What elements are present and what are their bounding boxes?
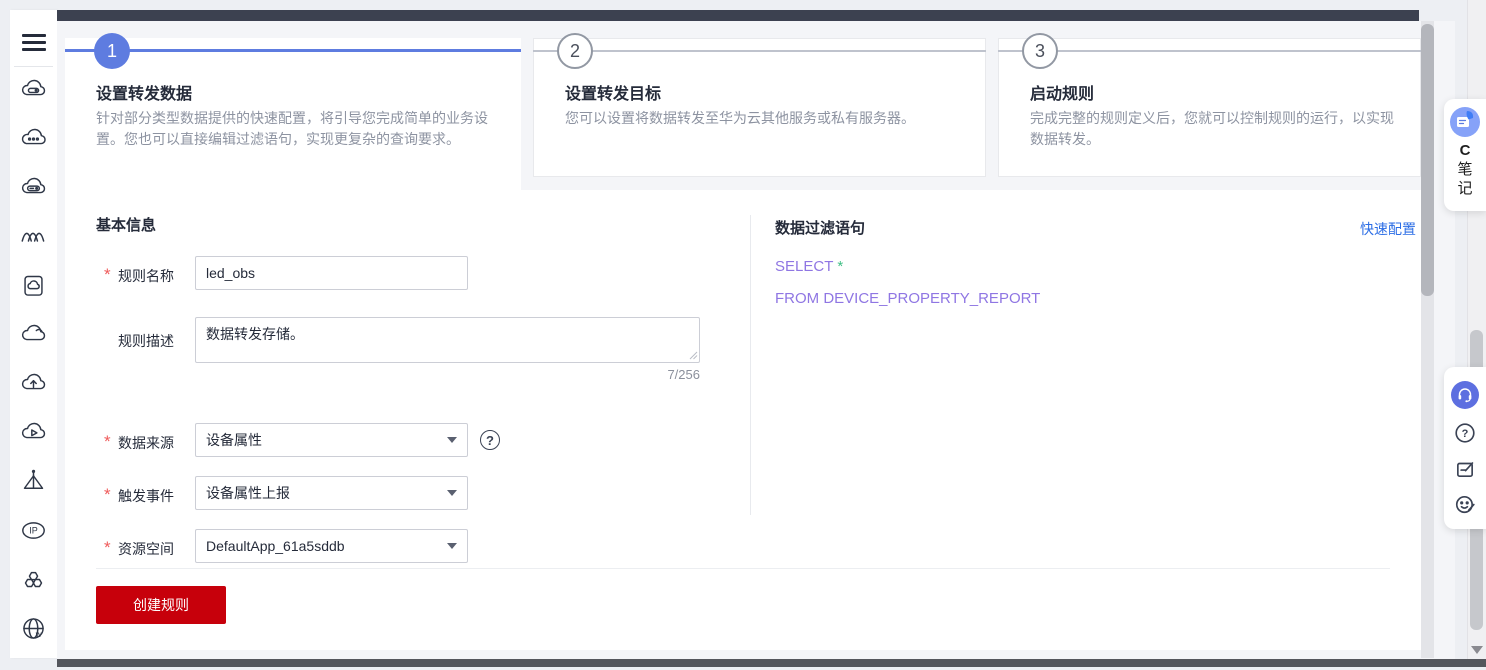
sidebar-divider: [14, 66, 53, 67]
note-icon: [1450, 107, 1480, 137]
rule-name-input[interactable]: [195, 256, 468, 290]
svg-text:IP: IP: [29, 526, 38, 536]
cloud-upload-icon: [21, 373, 46, 390]
chevron-down-icon: [447, 490, 457, 496]
step1-progress-line: [65, 49, 521, 52]
device-panel-icon: [24, 275, 43, 296]
sidebar-item-cloud-play[interactable]: [20, 419, 47, 451]
textarea-resize-handle[interactable]: [688, 350, 698, 360]
pyramid-icon: [23, 469, 44, 489]
support-headset-button[interactable]: [1451, 380, 1479, 409]
sidebar-item-pyramid[interactable]: [20, 468, 47, 500]
note-widget[interactable]: C 笔 记: [1444, 99, 1486, 211]
step3-progress-line: [998, 50, 1421, 52]
step2-progress-line: [533, 50, 986, 52]
chevron-down-icon: [447, 437, 457, 443]
data-source-label: 数据来源: [118, 435, 174, 451]
sql-select-keyword: SELECT: [775, 258, 834, 275]
sidebar-item-cloud-server[interactable]: [20, 174, 47, 206]
sidebar-item-device-panel[interactable]: [20, 272, 47, 304]
sql-select-line: SELECT *: [775, 258, 843, 275]
column-divider: [750, 215, 751, 515]
sidebar-item-cloud-device[interactable]: [20, 76, 47, 108]
sidebar-item-cloud-upload[interactable]: [20, 370, 47, 402]
required-marker: *: [104, 265, 111, 284]
trigger-event-label: 触发事件: [118, 488, 174, 504]
resource-space-label: 资源空间: [118, 541, 174, 557]
horizontal-scrollbar-thumb[interactable]: [57, 659, 1486, 667]
rule-name-label: 规则名称: [118, 268, 174, 284]
svg-text:?: ?: [1462, 428, 1469, 440]
sidebar-item-hexagon-cluster[interactable]: [20, 566, 47, 598]
chevron-down-icon: [447, 543, 457, 549]
sql-filter-title: 数据过滤语句: [775, 220, 866, 237]
required-marker: *: [104, 538, 111, 557]
help-toolbar: ?: [1444, 367, 1486, 529]
required-marker: *: [104, 432, 111, 451]
inner-scrollbar-thumb[interactable]: [1421, 24, 1434, 296]
feedback-form-icon[interactable]: [1454, 458, 1476, 480]
step3-title: 启动规则: [1030, 86, 1095, 103]
resource-space-select[interactable]: DefaultApp_61a5sddb: [195, 529, 468, 563]
menu-toggle-button[interactable]: [22, 34, 46, 52]
step2-title: 设置转发目标: [565, 86, 662, 103]
ip-icon: IP: [22, 522, 45, 539]
quick-config-link[interactable]: 快速配置: [1360, 219, 1416, 239]
basic-info-section-title: 基本信息: [96, 217, 157, 234]
waves-icon: [21, 232, 45, 242]
step2-number-badge: 2: [557, 33, 593, 69]
svg-text:w: w: [35, 630, 42, 639]
sidebar-item-cloud[interactable]: [20, 321, 47, 353]
create-rule-button[interactable]: 创建规则: [96, 586, 226, 624]
iot-rule-create-page: IP w 1 2 3 设置转发数据 设置转发目标 启动规则 针对部分类型数据提供…: [0, 0, 1486, 670]
data-source-value: 设备属性: [206, 432, 262, 448]
trigger-event-select[interactable]: 设备属性上报: [195, 476, 468, 510]
step1-title: 设置转发数据: [96, 86, 193, 103]
globe-icon: w: [23, 618, 44, 639]
step3-number-badge: 3: [1022, 33, 1058, 69]
step1-description: 针对部分类型数据提供的快速配置，将引导您完成简单的业务设置。您也可以直接编辑过滤…: [96, 110, 488, 147]
sidebar-item-ip[interactable]: IP: [20, 517, 47, 549]
sidebar-item-cloud-ellipsis[interactable]: [20, 125, 47, 157]
trigger-event-value: 设备属性上报: [206, 485, 290, 501]
sidebar-item-globe[interactable]: w: [20, 615, 47, 647]
resource-space-value: DefaultApp_61a5sddb: [206, 538, 345, 554]
top-dark-bar: [57, 10, 1419, 21]
rule-description-textarea[interactable]: 数据转发存储。: [195, 317, 700, 363]
left-sidebar: IP w: [10, 10, 57, 658]
headset-icon: [1458, 387, 1472, 402]
footer-divider: [96, 568, 1390, 569]
sidebar-icon-list: IP w: [10, 76, 57, 647]
char-counter: 7/256: [667, 367, 700, 382]
scrollbar-down-arrow[interactable]: [1471, 646, 1483, 654]
sql-select-star: *: [837, 258, 844, 275]
sql-from-line: FROM DEVICE_PROPERTY_REPORT: [775, 290, 1041, 307]
sidebar-item-waves[interactable]: [20, 223, 47, 255]
question-icon[interactable]: ?: [1454, 422, 1476, 444]
step1-number-badge: 1: [94, 33, 130, 69]
step3-description: 完成完整的规则定义后，您就可以控制规则的运行，以实现数据转发。: [1030, 110, 1394, 147]
note-widget-label: C 笔 记: [1457, 142, 1473, 197]
cloud-ellipsis-icon: [21, 128, 46, 145]
cloud-play-icon: [21, 422, 46, 439]
cloud-icon: [21, 324, 46, 341]
rule-description-label: 规则描述: [118, 333, 174, 349]
data-source-select[interactable]: 设备属性: [195, 423, 468, 457]
hexagon-cluster-icon: [24, 571, 43, 588]
help-icon[interactable]: ?: [480, 430, 500, 450]
step2-description: 您可以设置将数据转发至华为云其他服务或私有服务器。: [565, 110, 915, 126]
cloud-device-icon: [21, 79, 46, 96]
smiley-feedback-icon[interactable]: [1454, 493, 1476, 515]
cloud-server-icon: [21, 177, 46, 194]
required-marker: *: [104, 485, 111, 504]
